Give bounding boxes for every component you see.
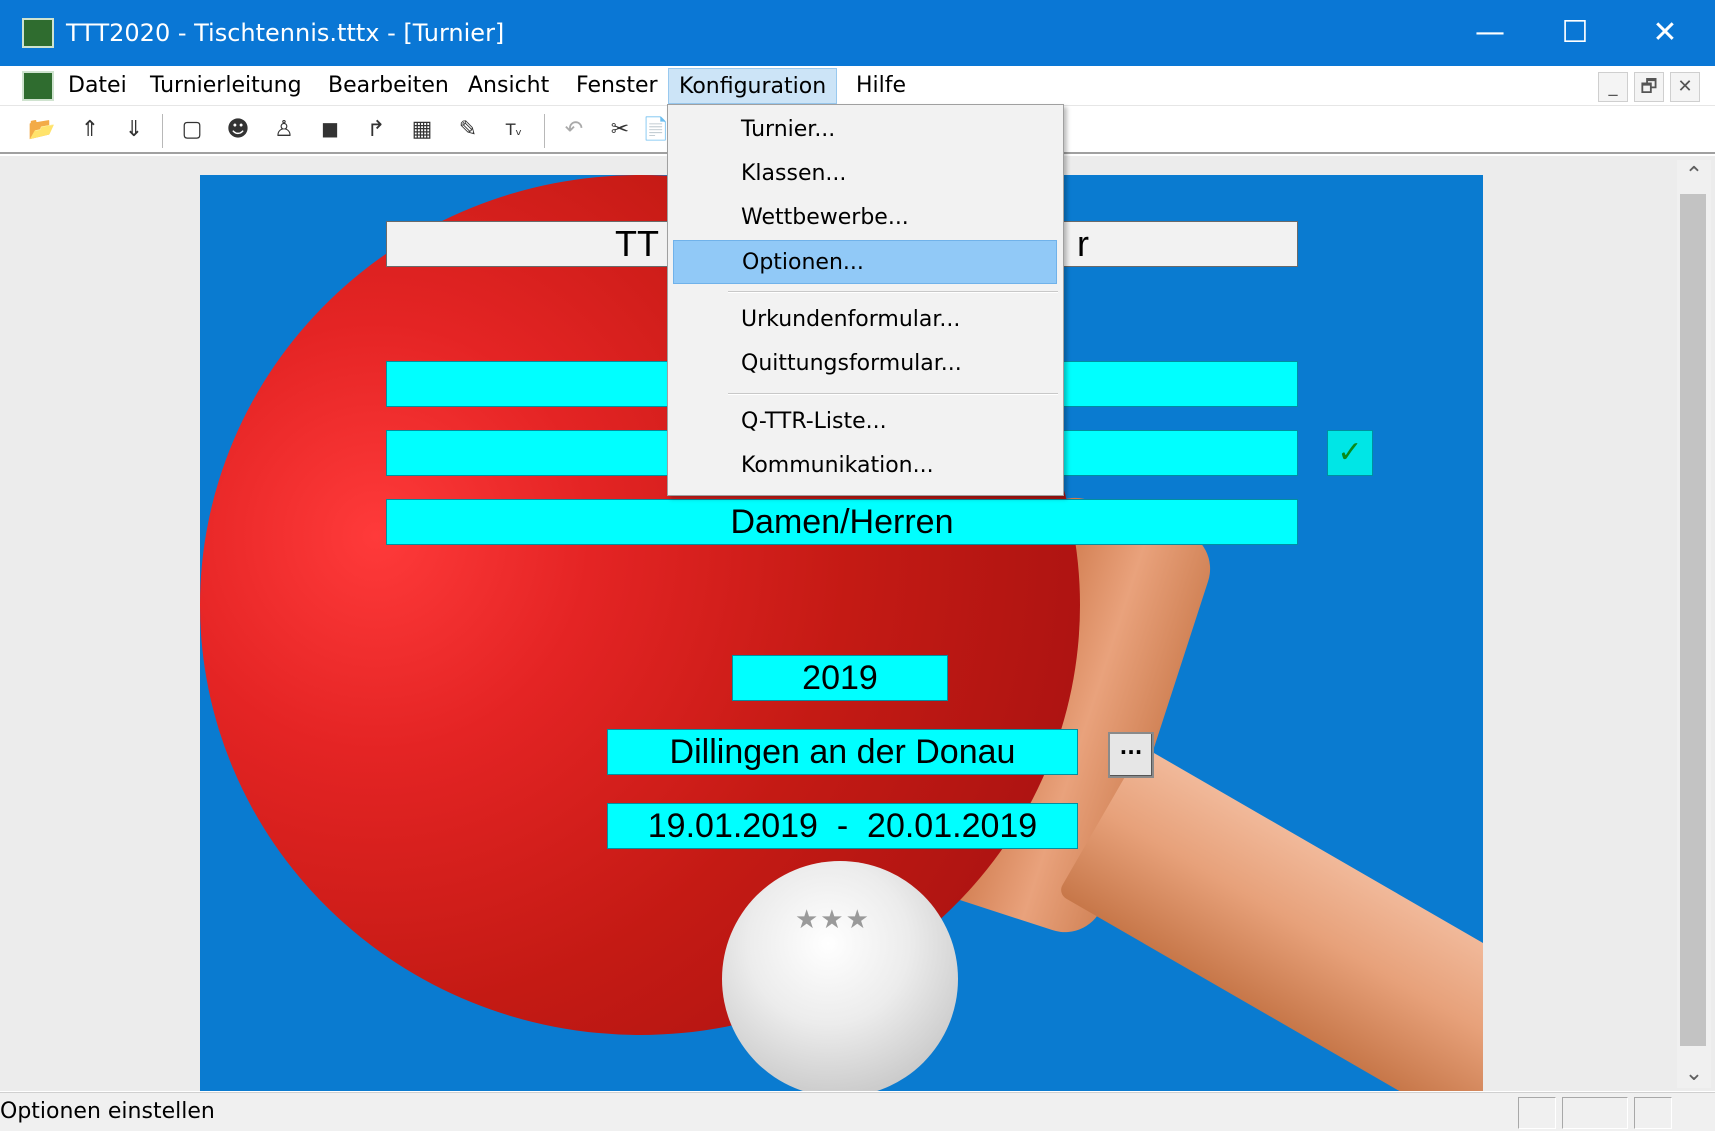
mdi-minimize-button[interactable]: _ <box>1598 72 1628 102</box>
menu-bar: Datei Turnierleitung Bearbeiten Ansicht … <box>0 66 1715 106</box>
undo-icon[interactable]: ↶ <box>558 114 590 146</box>
tournament-name-left: TT <box>615 223 659 264</box>
export-icon[interactable]: ⇓ <box>118 114 150 146</box>
menu-ansicht[interactable]: Ansicht <box>458 68 559 104</box>
tournament-name-right: r <box>1077 223 1089 264</box>
ball-image <box>722 861 958 1091</box>
menu-item-wettbewerbe[interactable]: Wettbewerbe... <box>673 196 1057 240</box>
check-icon[interactable]: ✓ <box>1327 430 1373 476</box>
document-icon[interactable] <box>22 71 54 101</box>
mdi-close-button[interactable]: ✕ <box>1670 72 1700 102</box>
menu-item-urkundenformular[interactable]: Urkundenformular... <box>673 298 1057 342</box>
status-bar: Optionen einstellen <box>0 1092 1715 1131</box>
menu-item-quittungsformular[interactable]: Quittungsformular... <box>673 342 1057 386</box>
minimize-button[interactable]: — <box>1445 0 1535 66</box>
scrollbar-thumb[interactable] <box>1680 194 1706 1046</box>
font-icon[interactable]: Tᵥ <box>498 114 530 146</box>
title-bar: TTT2020 - Tischtennis.tttx - [Turnier] —… <box>0 0 1715 66</box>
menu-fenster[interactable]: Fenster <box>566 68 668 104</box>
menu-separator <box>728 393 1058 395</box>
edit-icon[interactable]: ✎ <box>452 114 484 146</box>
app-icon[interactable] <box>22 18 54 48</box>
menu-item-optionen[interactable]: Optionen... <box>673 240 1057 284</box>
window-icon[interactable]: ▢ <box>176 114 208 146</box>
menu-konfiguration[interactable]: Konfiguration <box>668 68 838 104</box>
player-icon[interactable]: ☻ <box>222 114 254 146</box>
plan-icon[interactable]: ▦ <box>406 114 438 146</box>
maximize-button[interactable]: ☐ <box>1530 0 1620 66</box>
open-icon[interactable]: 📂 <box>26 114 58 146</box>
konfiguration-dropdown-menu: Turnier... Klassen... Wettbewerbe... Opt… <box>667 104 1064 496</box>
status-pane <box>1634 1097 1672 1129</box>
location-browse-button[interactable]: ··· <box>1108 732 1154 778</box>
menu-item-q-ttr-liste[interactable]: Q-TTR-Liste... <box>673 400 1057 444</box>
menu-item-kommunikation[interactable]: Kommunikation... <box>673 444 1057 488</box>
location-field[interactable]: Dillingen an der Donau <box>607 729 1078 775</box>
scroll-down-icon[interactable]: ⌄ <box>1677 1058 1711 1090</box>
year-field[interactable]: 2019 <box>732 655 948 701</box>
status-text: Optionen einstellen <box>0 1099 215 1124</box>
ball-stars-icon: ★★★ <box>795 905 871 935</box>
team-icon[interactable]: ♙ <box>268 114 300 146</box>
menu-datei[interactable]: Datei <box>58 68 137 104</box>
toolbar-separator <box>162 114 164 148</box>
menu-turnierleitung[interactable]: Turnierleitung <box>140 68 312 104</box>
resize-grip-icon[interactable] <box>1678 1097 1712 1129</box>
menu-bearbeiten[interactable]: Bearbeiten <box>318 68 459 104</box>
cube-icon[interactable]: ◼ <box>314 114 346 146</box>
arrow-icon[interactable]: ↱ <box>360 114 392 146</box>
menu-item-klassen[interactable]: Klassen... <box>673 152 1057 196</box>
scroll-up-icon[interactable]: ⌃ <box>1677 160 1711 192</box>
menu-item-turnier[interactable]: Turnier... <box>673 108 1057 152</box>
mdi-restore-button[interactable]: 🗗 <box>1634 72 1664 102</box>
menu-separator <box>728 291 1058 293</box>
toolbar-separator <box>544 114 546 148</box>
status-pane <box>1562 1097 1628 1129</box>
cut-icon[interactable]: ✂ <box>604 114 636 146</box>
close-button[interactable]: ✕ <box>1620 0 1710 66</box>
menu-hilfe[interactable]: Hilfe <box>846 68 916 104</box>
paddle-handle-image <box>1057 746 1483 1091</box>
status-pane <box>1518 1097 1556 1129</box>
import-icon[interactable]: ⇑ <box>74 114 106 146</box>
window-title: TTT2020 - Tischtennis.tttx - [Turnier] <box>66 19 505 47</box>
date-range-field[interactable]: 19.01.2019 - 20.01.2019 <box>607 803 1078 849</box>
category-field[interactable]: Damen/Herren <box>386 499 1298 545</box>
